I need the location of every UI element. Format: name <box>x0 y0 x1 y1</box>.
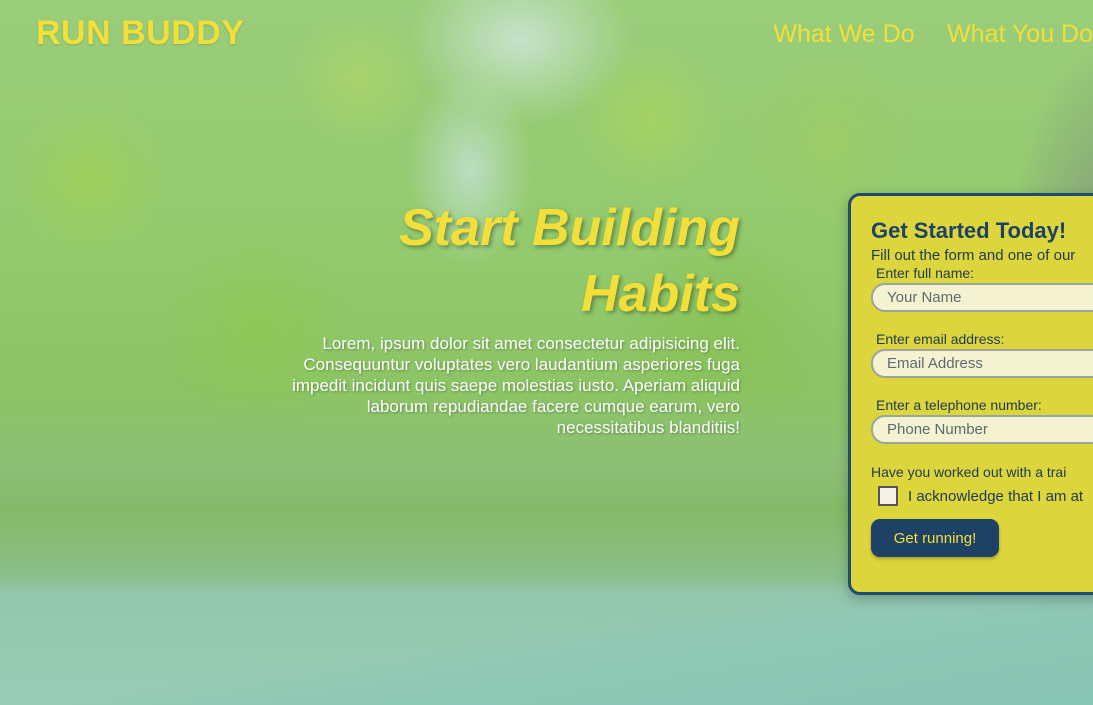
signup-form-card: Get Started Today! Fill out the form and… <box>848 193 1093 595</box>
hero-title: Start Building Habits <box>260 195 740 327</box>
acknowledge-checkbox[interactable] <box>878 486 898 506</box>
phone-label: Enter a telephone number: <box>876 397 1042 413</box>
form-subtitle: Fill out the form and one of our <box>871 247 1076 264</box>
email-label: Enter email address: <box>876 331 1005 347</box>
nav-link-what-you-do[interactable]: What You Do <box>947 20 1093 49</box>
get-running-button[interactable]: Get running! <box>871 519 999 557</box>
acknowledge-row: I acknowledge that I am at <box>871 486 1093 506</box>
site-header: RUN BUDDY What We Do What You Do <box>0 0 1093 70</box>
hero-section: Start Building Habits Lorem, ipsum dolor… <box>260 195 740 438</box>
name-input[interactable] <box>871 283 1093 312</box>
hero-title-line-1: Start Building <box>399 199 740 257</box>
trainer-question: Have you worked out with a trai <box>871 464 1067 480</box>
main-nav: What We Do What You Do <box>745 20 1093 49</box>
signup-form: Get Started Today! Fill out the form and… <box>871 216 1093 557</box>
acknowledge-label: I acknowledge that I am at <box>908 487 1084 505</box>
hero-title-line-2: Habits <box>581 265 740 323</box>
email-input[interactable] <box>871 349 1093 378</box>
name-label: Enter full name: <box>876 265 975 281</box>
form-title: Get Started Today! <box>871 218 1067 243</box>
hero-description: Lorem, ipsum dolor sit amet consectetur … <box>292 334 740 437</box>
phone-input[interactable] <box>871 415 1093 444</box>
site-logo[interactable]: RUN BUDDY <box>36 14 245 53</box>
nav-link-what-we-do[interactable]: What We Do <box>773 20 914 49</box>
